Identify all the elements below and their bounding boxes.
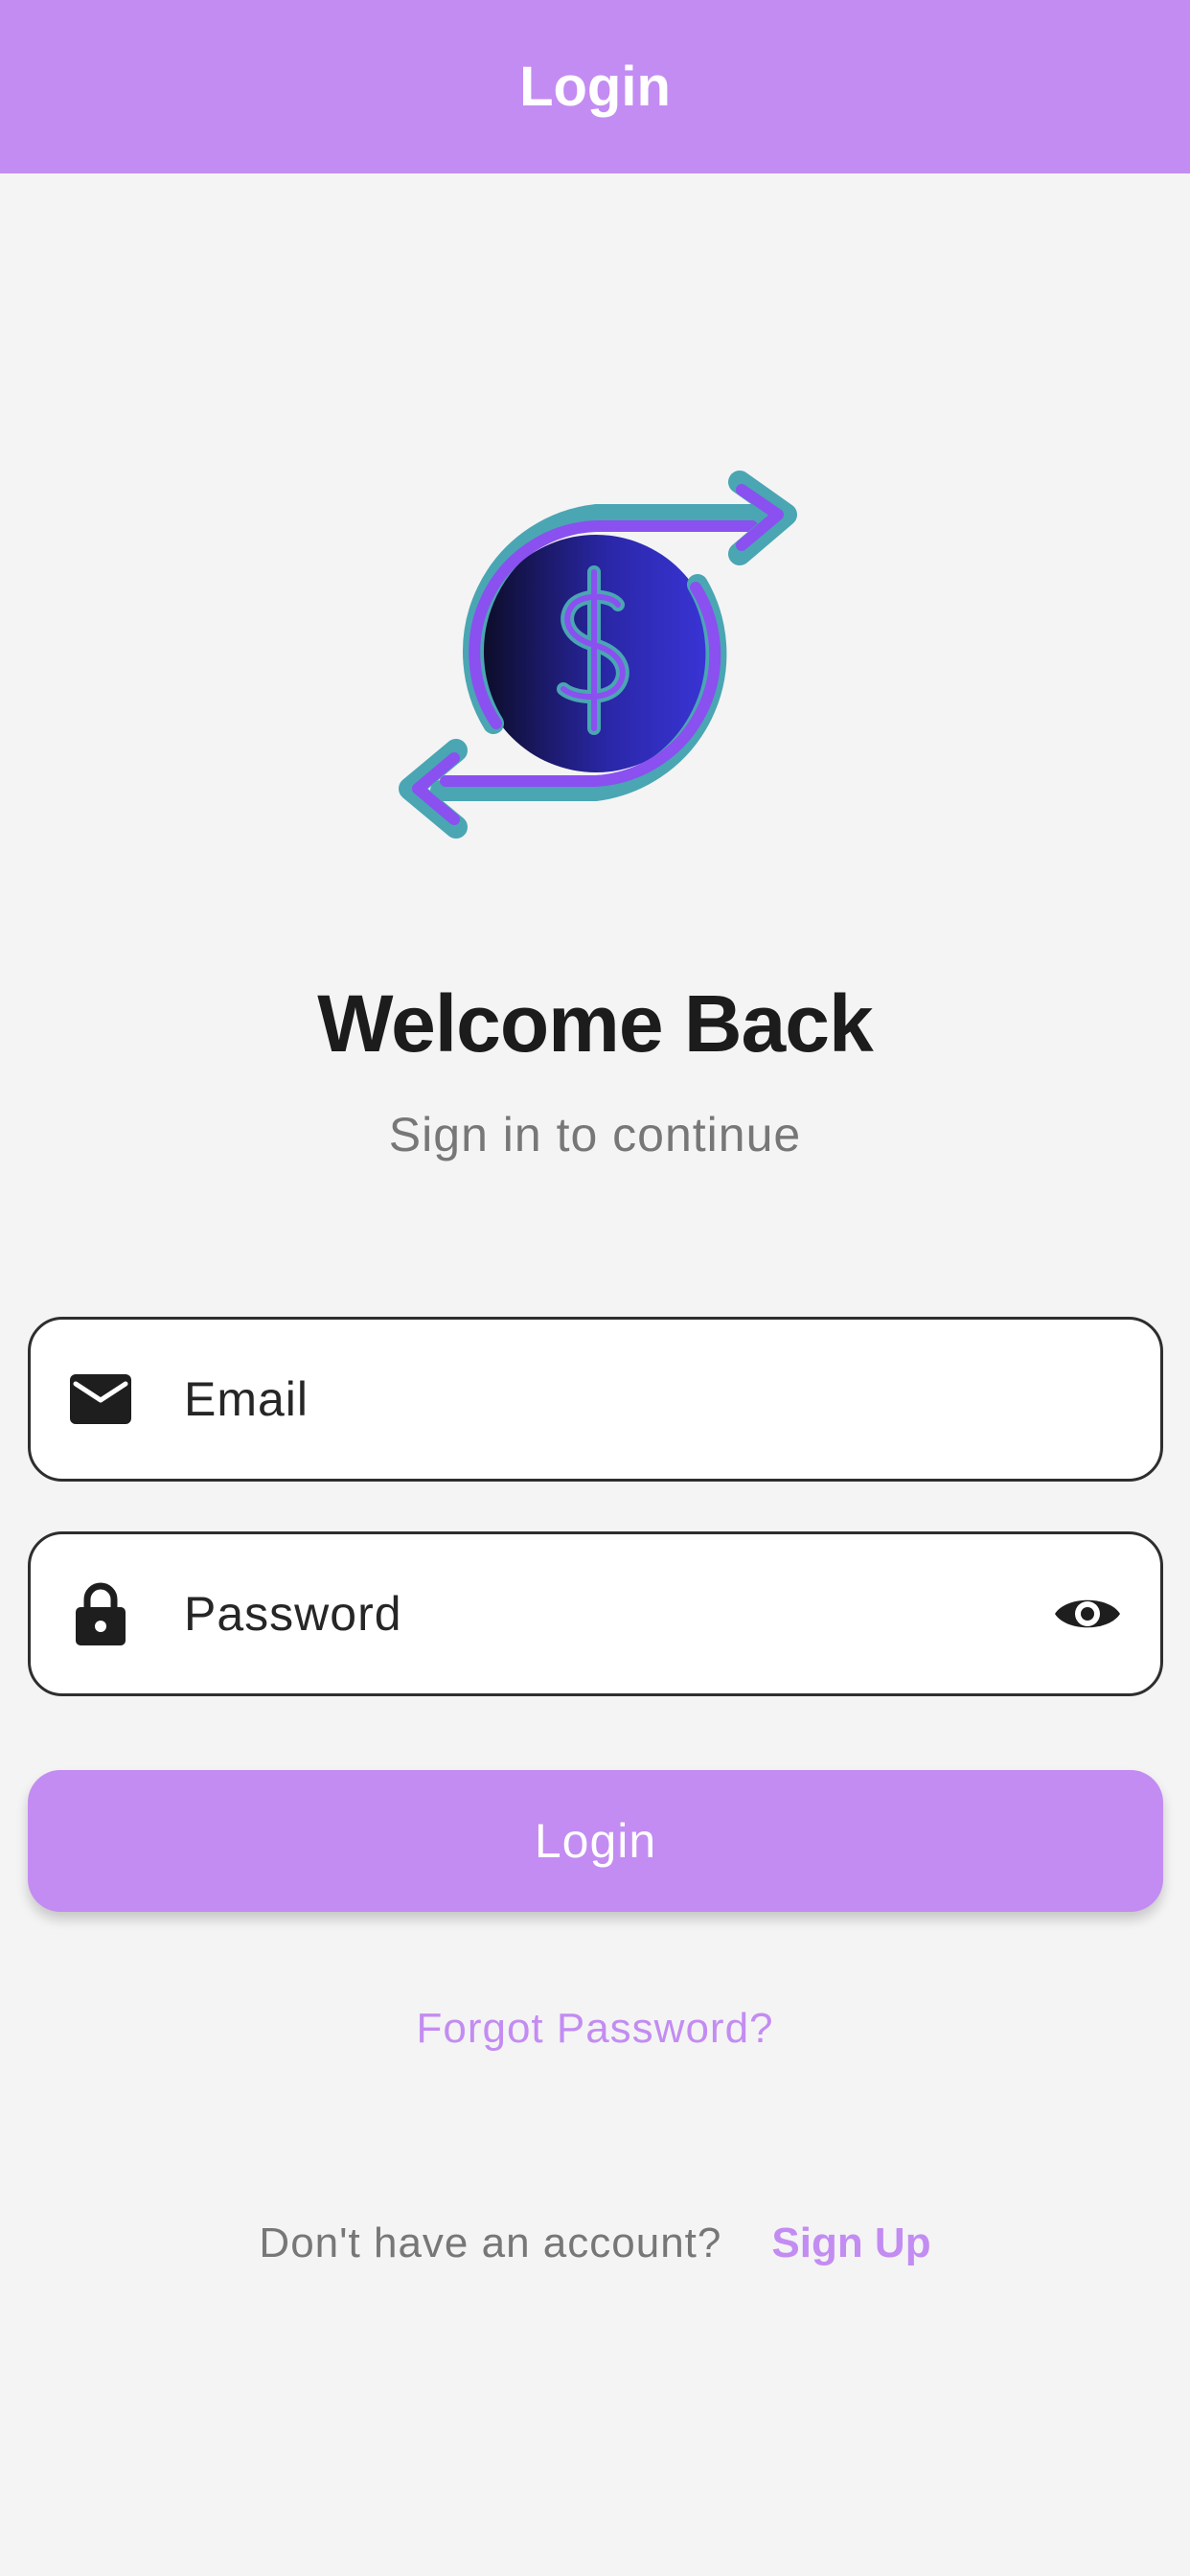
eye-icon[interactable]: [1049, 1576, 1126, 1652]
login-button[interactable]: Login: [28, 1770, 1163, 1912]
mail-icon: [69, 1368, 132, 1431]
welcome-subtitle: Sign in to continue: [388, 1108, 802, 1162]
email-input[interactable]: [184, 1320, 1046, 1479]
signup-link[interactable]: Sign Up: [771, 2220, 930, 2267]
password-input[interactable]: [184, 1534, 1046, 1693]
app-bar: Login: [0, 0, 1190, 173]
forgot-password-link[interactable]: Forgot Password?: [0, 2005, 1190, 2053]
lock-icon: [69, 1582, 132, 1645]
app-bar-title: Login: [519, 56, 671, 118]
currency-exchange-icon: [399, 471, 797, 839]
signup-row: Don't have an account? Sign Up: [0, 2220, 1190, 2267]
currency-exchange-logo: [393, 465, 805, 848]
signup-prompt: Don't have an account?: [259, 2220, 722, 2266]
login-screen: Login Welcome Back Sign in to continue E…: [0, 0, 1190, 2576]
email-field[interactable]: [28, 1317, 1163, 1482]
welcome-title: Welcome Back: [317, 978, 873, 1069]
password-field[interactable]: [28, 1531, 1163, 1696]
